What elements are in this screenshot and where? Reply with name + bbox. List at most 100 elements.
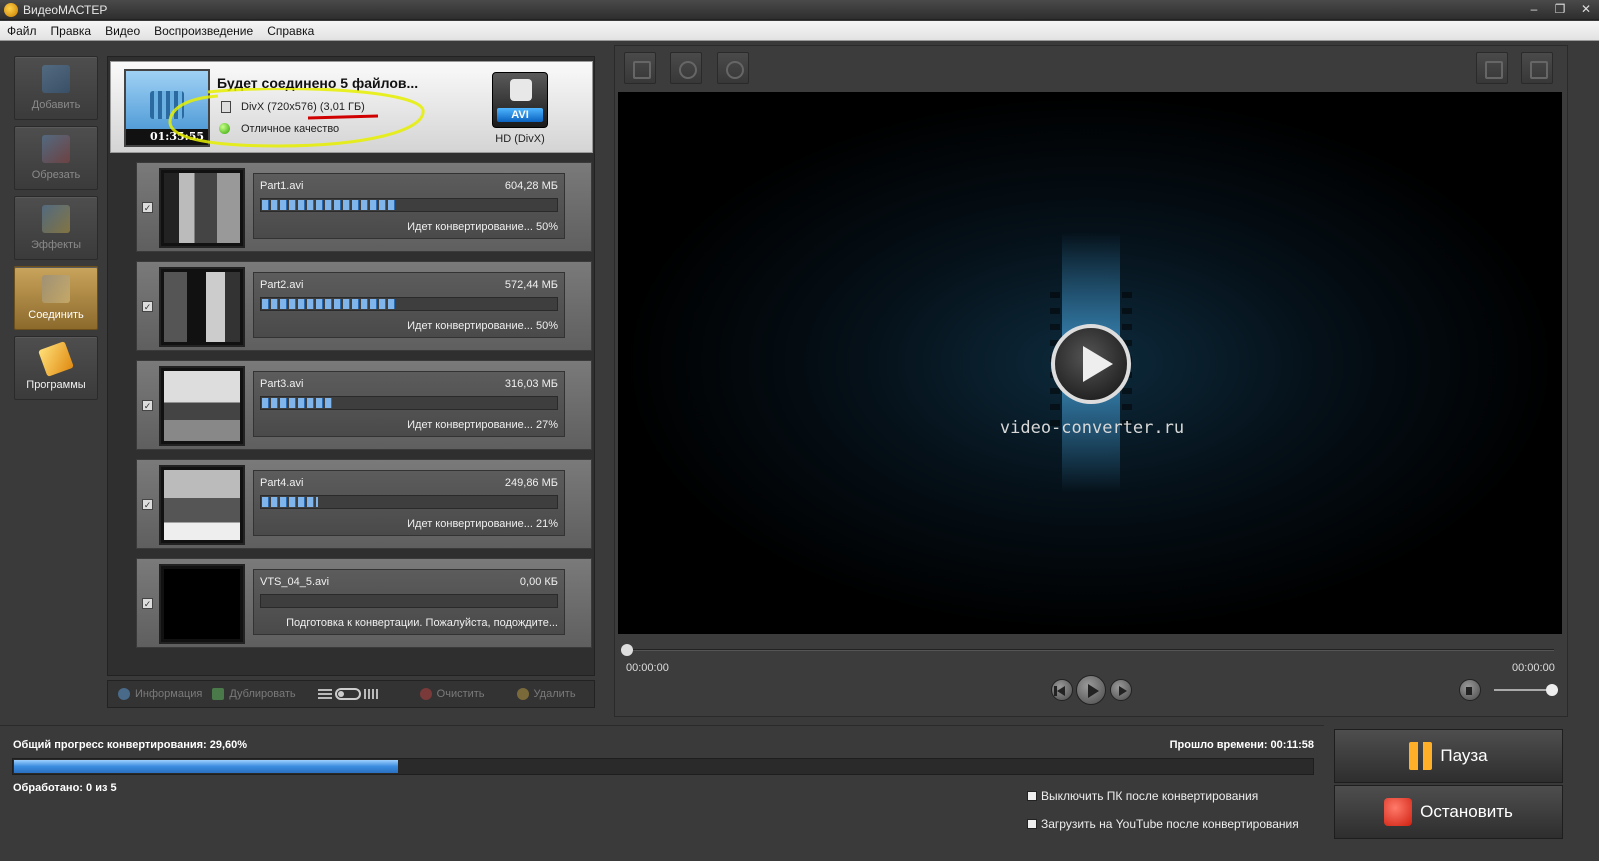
crop-tool-icon[interactable] xyxy=(624,52,656,84)
grid-view-icon xyxy=(363,689,378,699)
file-row[interactable]: ✓ Part1.avi 604,28 МБ Идет конвертирование.… xyxy=(136,162,592,252)
seek-bar[interactable] xyxy=(621,644,1554,656)
menu-file[interactable]: Файл xyxy=(0,24,44,38)
join-button[interactable]: Соединить xyxy=(14,266,98,330)
file-checkbox[interactable]: ✓ xyxy=(142,301,153,312)
play-button[interactable] xyxy=(1076,675,1106,705)
file-name: Part2.avi xyxy=(260,279,304,291)
file-checkbox[interactable]: ✓ xyxy=(142,202,153,213)
shutdown-checkbox[interactable] xyxy=(1027,791,1037,801)
menu-playback[interactable]: Воспроизведение xyxy=(147,24,260,38)
file-info: VTS_04_5.avi 0,00 КБ Подготовка к конверта… xyxy=(253,569,565,635)
rotate-tool-icon[interactable] xyxy=(670,52,702,84)
format-file-icon xyxy=(221,101,231,113)
join-button-label: Соединить xyxy=(28,309,84,321)
file-status: Идет конвертирование... 21% xyxy=(407,518,558,530)
window-title: ВидеоМАСТЕР xyxy=(23,2,108,17)
cut-video-icon xyxy=(42,135,70,163)
next-frame-button[interactable] xyxy=(1110,679,1132,701)
info-button[interactable]: Информация xyxy=(118,688,202,700)
list-view-icon xyxy=(317,689,332,699)
video-preview[interactable]: video-converter.ru xyxy=(618,92,1562,634)
file-thumbnail xyxy=(159,465,245,545)
youtube-checkbox[interactable] xyxy=(1027,819,1037,829)
file-thumbnail xyxy=(159,168,245,248)
add-video-icon xyxy=(42,65,70,93)
info-button-label: Информация xyxy=(135,688,203,700)
join-icon xyxy=(42,275,70,303)
processed-count-label: Обработано: 0 из 5 xyxy=(13,782,117,794)
seek-knob[interactable] xyxy=(621,644,633,656)
file-info: Part2.avi 572,44 МБ Идет конвертирование..… xyxy=(253,272,565,338)
delete-button[interactable]: Удалить xyxy=(516,688,576,700)
file-row[interactable]: ✓ Part3.avi 316,03 МБ Идет конвертирование.… xyxy=(136,360,592,450)
delete-button-label: Удалить xyxy=(533,688,576,700)
volume-knob[interactable] xyxy=(1546,684,1558,696)
time-current: 00:00:00 xyxy=(626,662,669,674)
file-row[interactable]: ✓ Part4.avi 249,86 МБ Идет конвертирование.… xyxy=(136,459,592,549)
output-format-name: HD (DivX) xyxy=(495,133,545,145)
pause-icon xyxy=(1409,742,1433,770)
merge-format: DivX (720x576) (3,01 ГБ) xyxy=(241,101,365,113)
clear-icon xyxy=(419,688,432,700)
snapshot-camera-icon[interactable] xyxy=(1476,52,1508,84)
file-size: 249,86 МБ xyxy=(504,477,558,489)
file-progress-fill xyxy=(262,299,396,309)
file-thumbnail xyxy=(159,267,245,347)
file-row[interactable]: ✓ Part2.avi 572,44 МБ Идет конвертирование.… xyxy=(136,261,592,351)
youtube-upload-option[interactable]: Загрузить на YouTube после конвертирован… xyxy=(1027,817,1299,831)
menu-help[interactable]: Справка xyxy=(260,24,321,38)
duplicate-button[interactable]: Дублировать xyxy=(212,688,296,700)
total-progress-label: Общий прогресс конвертирования: 29,60% xyxy=(13,739,248,751)
duplicate-icon xyxy=(212,688,225,700)
output-format-button[interactable]: AVI xyxy=(492,72,548,128)
time-total: 00:00:00 xyxy=(1512,662,1555,674)
file-thumbnail xyxy=(159,366,245,446)
maximize-button[interactable]: ❐ xyxy=(1553,2,1567,16)
volume-icon[interactable] xyxy=(1459,679,1481,701)
file-progress-bar xyxy=(260,297,558,311)
effects-button[interactable]: Эффекты xyxy=(14,196,98,260)
programs-button[interactable]: Программы xyxy=(14,336,98,400)
file-checkbox[interactable]: ✓ xyxy=(142,598,153,609)
total-progress-fill xyxy=(14,760,399,773)
view-switch[interactable] xyxy=(334,688,361,700)
menu-edit[interactable]: Правка xyxy=(44,24,99,38)
clear-button[interactable]: Очистить xyxy=(419,688,485,700)
file-progress-bar xyxy=(260,594,558,608)
stop-button[interactable]: Остановить xyxy=(1334,785,1563,839)
previous-frame-button[interactable] xyxy=(1051,679,1073,701)
file-status: Идет конвертирование... 27% xyxy=(407,419,558,431)
volume-slider[interactable] xyxy=(1494,684,1558,696)
youtube-option-label: Загрузить на YouTube после конвертирован… xyxy=(1041,817,1299,831)
fullscreen-icon[interactable] xyxy=(1521,52,1553,84)
file-checkbox[interactable]: ✓ xyxy=(142,499,153,510)
file-name: Part1.avi xyxy=(260,180,304,192)
file-progress-fill xyxy=(262,497,319,507)
add-button[interactable]: Добавить xyxy=(14,56,98,120)
shutdown-option[interactable]: Выключить ПК после конвертирования xyxy=(1027,789,1258,803)
file-checkbox[interactable]: ✓ xyxy=(142,400,153,411)
file-name: VTS_04_5.avi xyxy=(260,576,330,588)
quality-indicator-icon xyxy=(219,123,230,134)
file-status: Идет конвертирование... 50% xyxy=(407,320,558,332)
effects-icon xyxy=(42,205,70,233)
file-status: Подготовка к конвертации. Пожалуйста, по… xyxy=(286,617,558,629)
delete-icon xyxy=(516,688,529,700)
programs-icon xyxy=(38,341,74,377)
merge-duration: 01:35:55 xyxy=(126,129,208,145)
minimize-button[interactable]: ‒ xyxy=(1527,2,1541,16)
menu-video[interactable]: Видео xyxy=(98,24,147,38)
file-progress-bar xyxy=(260,396,558,410)
cut-button[interactable]: Обрезать xyxy=(14,126,98,190)
cut-button-label: Обрезать xyxy=(31,169,81,181)
close-button[interactable]: ✕ xyxy=(1579,2,1593,16)
pause-button[interactable]: Пауза xyxy=(1334,729,1563,783)
file-row[interactable]: ✓ VTS_04_5.avi 0,00 КБ Подготовка к конверт… xyxy=(136,558,592,648)
film-strip-icon xyxy=(150,91,184,119)
view-toggle[interactable] xyxy=(317,688,378,700)
output-format-label: AVI xyxy=(497,108,543,122)
brightness-tool-icon[interactable] xyxy=(717,52,749,84)
clear-button-label: Очистить xyxy=(436,688,485,700)
big-play-icon[interactable] xyxy=(1051,324,1131,404)
